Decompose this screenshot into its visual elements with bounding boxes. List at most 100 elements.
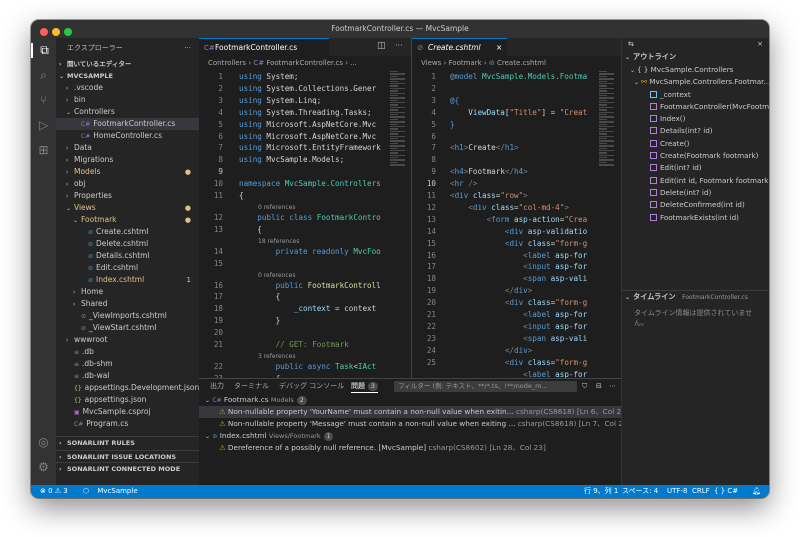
indentation[interactable]: スペース: 4 bbox=[622, 485, 658, 498]
outline-item[interactable]: _context bbox=[622, 89, 769, 101]
tab-footmark-controller[interactable]: C# FootmarkController.cs bbox=[199, 38, 329, 56]
tree-item[interactable]: ⊘ Create.cshtml bbox=[56, 226, 199, 238]
cursor-position[interactable]: 行 9、列 1 bbox=[584, 485, 618, 498]
collapse-all-icon[interactable]: ⊟ bbox=[596, 379, 602, 394]
tree-item[interactable]: {} appsettings.json bbox=[56, 394, 199, 406]
more-actions-icon[interactable]: ··· bbox=[395, 41, 403, 50]
tree-item[interactable]: › Home bbox=[56, 286, 199, 298]
codelens-references[interactable]: 0 references bbox=[258, 272, 296, 279]
problem-item[interactable]: ⚠ Non-nullable property 'Message' must c… bbox=[199, 418, 621, 430]
tree-item[interactable]: › Properties bbox=[56, 190, 199, 202]
codelens-references[interactable]: 0 references bbox=[258, 204, 296, 211]
run-debug-icon[interactable]: ▷ bbox=[36, 118, 51, 133]
maximize-window-button[interactable] bbox=[64, 28, 72, 36]
language-mode[interactable]: { } C# bbox=[714, 485, 738, 498]
sonarlint-rules-section[interactable]: › SONARLINT RULES bbox=[56, 437, 199, 450]
close-panel-icon[interactable]: × bbox=[757, 38, 763, 51]
tab-terminal[interactable]: ターミナル bbox=[234, 379, 269, 394]
open-editors-section[interactable]: › 開いているエディター bbox=[56, 58, 199, 70]
outline-view-icon[interactable]: ⇆ bbox=[628, 40, 634, 48]
timeline-header[interactable]: ⌄ タイムライン FootmarkController.cs bbox=[622, 291, 769, 304]
tree-item[interactable]: › .vscode bbox=[56, 82, 199, 94]
explorer-icon[interactable]: ⧉ bbox=[31, 43, 56, 58]
project-section[interactable]: ⌄ MVCSAMPLE bbox=[56, 70, 199, 82]
end-of-line[interactable]: CRLF bbox=[692, 485, 710, 498]
tree-item[interactable]: › Data bbox=[56, 142, 199, 154]
outline-item[interactable]: Delete(int? id) bbox=[622, 187, 769, 199]
outline-item[interactable]: ⌄ { } MvcSample.Controllers bbox=[622, 64, 769, 76]
tree-item[interactable]: › obj bbox=[56, 178, 199, 190]
breadcrumb-item[interactable]: ... bbox=[350, 59, 357, 67]
notifications-icon[interactable]: 🔔︎ bbox=[752, 485, 761, 498]
tree-item[interactable]: ≡ .db-wal bbox=[56, 370, 199, 382]
filter-icon[interactable]: ⛉ bbox=[582, 379, 587, 394]
tree-item[interactable]: ⊘ _ViewStart.cshtml bbox=[56, 322, 199, 334]
sonarlint-issue-locations-section[interactable]: › SONARLINT ISSUE LOCATIONS bbox=[56, 449, 199, 463]
tree-item[interactable]: C# HomeController.cs bbox=[56, 130, 199, 142]
outline-item[interactable]: FootmarkExists(int id) bbox=[622, 212, 769, 224]
breadcrumb-item[interactable]: Views bbox=[421, 59, 441, 67]
tree-item[interactable]: ⊘ _ViewImports.cshtml bbox=[56, 310, 199, 322]
tree-item[interactable]: ≡ .db-shm bbox=[56, 358, 199, 370]
tree-item[interactable]: ⌄ Views ● bbox=[56, 202, 199, 214]
outline-item[interactable]: Create(Footmark footmark) bbox=[622, 150, 769, 162]
tree-item[interactable]: C# FootmarkController.cs bbox=[56, 118, 199, 130]
breadcrumb-item[interactable]: Create.cshtml bbox=[497, 59, 546, 67]
problem-item[interactable]: ⚠ Dereference of a possibly null referen… bbox=[199, 442, 621, 454]
outline-item[interactable]: DeleteConfirmed(int id) bbox=[622, 199, 769, 211]
tree-item[interactable]: ⊘ Delete.cshtml bbox=[56, 238, 199, 250]
tree-item[interactable]: › wwwroot bbox=[56, 334, 199, 346]
tree-item[interactable]: › Shared bbox=[56, 298, 199, 310]
tree-item[interactable]: ≡ .db bbox=[56, 346, 199, 358]
settings-gear-icon[interactable]: ⚙ bbox=[36, 460, 51, 475]
problems-status[interactable]: ⊗ 0 ⚠ 3 bbox=[40, 485, 68, 498]
close-tab-icon[interactable]: × bbox=[496, 39, 502, 57]
csharp-project-status[interactable]: ⬡ MvcSample bbox=[83, 485, 138, 498]
outline-section-header[interactable]: ⌄ アウトライン bbox=[622, 51, 769, 64]
code-editor-right[interactable]: 1 @model MvcSample.Models.Footma 2 3 @{4 Vie… bbox=[412, 70, 621, 378]
tree-item[interactable]: › Migrations bbox=[56, 154, 199, 166]
tree-item[interactable]: › bin bbox=[56, 94, 199, 106]
problems-filter-input[interactable]: フィルター (例: テキスト、**/*.ts、!**/node_m... bbox=[394, 381, 577, 392]
split-editor-icon[interactable]: ◫ bbox=[377, 41, 386, 51]
outline-item[interactable]: Index() bbox=[622, 113, 769, 125]
more-actions-icon[interactable]: ··· bbox=[184, 38, 191, 58]
search-icon[interactable]: ⌕ bbox=[36, 68, 51, 83]
account-icon[interactable]: ◎ bbox=[36, 435, 51, 450]
outline-item[interactable]: Details(int? id) bbox=[622, 125, 769, 137]
breadcrumb-item[interactable]: FootmarkController.cs bbox=[266, 59, 343, 67]
minimap-left[interactable] bbox=[388, 70, 411, 378]
sonarlint-connected-mode-section[interactable]: › SONARLINT CONNECTED MODE bbox=[56, 462, 199, 475]
tree-item[interactable]: ⊘ Index.cshtml 1 bbox=[56, 274, 199, 286]
encoding[interactable]: UTF-8 bbox=[667, 485, 687, 498]
tree-item[interactable]: › Models ● bbox=[56, 166, 199, 178]
outline-item[interactable]: FootmarkController(MvcFootm... bbox=[622, 101, 769, 113]
problems-file-group[interactable]: ⌄ C# Footmark.cs Models 2 bbox=[199, 394, 621, 406]
tree-item[interactable]: ⌄ Footmark ● bbox=[56, 214, 199, 226]
tree-item[interactable]: ▣ MvcSample.csproj bbox=[56, 406, 199, 418]
more-actions-icon[interactable]: ⋯ bbox=[609, 379, 616, 394]
tab-debug-console[interactable]: デバッグ コンソール bbox=[279, 379, 344, 394]
outline-item[interactable]: Edit(int id, Footmark footmark) bbox=[622, 175, 769, 187]
minimap-right[interactable] bbox=[597, 70, 621, 378]
tab-create-cshtml[interactable]: ⊘ Create.cshtml × bbox=[412, 38, 507, 56]
tab-problems[interactable]: 問題 3 bbox=[351, 379, 378, 393]
minimize-window-button[interactable] bbox=[52, 28, 60, 36]
tree-item[interactable]: ⊘ Details.cshtml bbox=[56, 250, 199, 262]
outline-item[interactable]: ⌄ ⚯ MvcSample.Controllers.Footmar... bbox=[622, 76, 769, 88]
breadcrumb-item[interactable]: Controllers bbox=[208, 59, 246, 67]
source-control-icon[interactable]: ⑂ bbox=[36, 93, 51, 108]
close-window-button[interactable] bbox=[40, 28, 48, 36]
codelens-references[interactable]: 18 references bbox=[258, 238, 299, 245]
codelens-references[interactable]: 3 references bbox=[258, 353, 296, 360]
code-editor-left[interactable]: 1 using System; 2 using System.Collections.… bbox=[199, 70, 411, 378]
breadcrumb-item[interactable]: Footmark bbox=[449, 59, 482, 67]
tree-item[interactable]: {} appsettings.Development.json bbox=[56, 382, 199, 394]
problem-item[interactable]: ⚠ Non-nullable property 'YourName' must … bbox=[199, 406, 621, 418]
outline-item[interactable]: Create() bbox=[622, 138, 769, 150]
tab-output[interactable]: 出力 bbox=[210, 379, 224, 394]
outline-item[interactable]: Edit(int? id) bbox=[622, 162, 769, 174]
tree-item[interactable]: C# Program.cs bbox=[56, 418, 199, 430]
problems-file-group[interactable]: ⌄ ⊘ Index.cshtml Views/Footmark 1 bbox=[199, 430, 621, 442]
tree-item[interactable]: ⊘ Edit.cshtml bbox=[56, 262, 199, 274]
